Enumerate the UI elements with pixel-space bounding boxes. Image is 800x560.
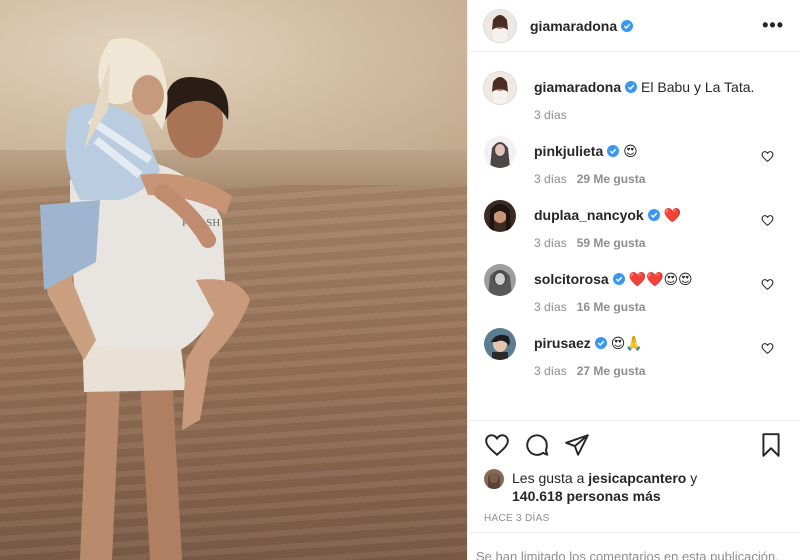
post-date[interactable]: HACE 3 DÍAS xyxy=(484,513,784,524)
comment-text: ❤️❤️😍😍 xyxy=(628,271,693,287)
comment-item: pinkjulieta 😍 3 días 29 Me gusta xyxy=(484,136,784,186)
comment-likes[interactable]: 59 Me gusta xyxy=(577,236,646,250)
caption-text: El Babu y La Tata. xyxy=(641,79,755,95)
comment-time[interactable]: 3 días xyxy=(534,236,567,250)
caption-time[interactable]: 3 días xyxy=(534,108,567,122)
post-actions: Les gusta a jesicapcantero y 140.618 per… xyxy=(468,420,800,524)
comment-likes[interactable]: 27 Me gusta xyxy=(577,364,646,378)
comment-username[interactable]: solcitorosa xyxy=(534,271,609,287)
commenter-avatar[interactable] xyxy=(484,264,516,296)
commenter-avatar[interactable] xyxy=(484,328,516,360)
like-comment-heart-icon[interactable] xyxy=(761,150,774,163)
like-comment-heart-icon[interactable] xyxy=(761,342,774,355)
liker-username[interactable]: jesicapcantero xyxy=(588,470,686,486)
more-options-button[interactable]: ••• xyxy=(762,15,784,36)
comments-list: giamaradona El Babu y La Tata. 3 días pi… xyxy=(468,52,800,420)
comment-item: pirusaez 😍🙏 3 días 27 Me gusta xyxy=(484,328,784,378)
comment-item: solcitorosa ❤️❤️😍😍 3 días 16 Me gusta xyxy=(484,264,784,314)
likes-prefix: Les gusta a xyxy=(512,470,585,486)
liker-avatar[interactable] xyxy=(484,469,504,489)
verified-badge-icon xyxy=(621,19,634,32)
post-header: giamaradona ••• xyxy=(468,0,800,52)
like-heart-icon[interactable] xyxy=(484,432,510,458)
share-paper-plane-icon[interactable] xyxy=(564,432,590,458)
photo-figures: PRO SH xyxy=(40,38,250,560)
likes-count-button[interactable]: 140.618 personas más xyxy=(512,488,661,504)
comment-time[interactable]: 3 días xyxy=(534,172,567,186)
caption-username[interactable]: giamaradona xyxy=(534,79,621,95)
likes-and: y xyxy=(690,470,698,486)
comment-username[interactable]: pirusaez xyxy=(534,335,591,351)
commenter-avatar[interactable] xyxy=(484,136,516,168)
comment-item: duplaa_nancyok ❤️ 3 días 59 Me gusta xyxy=(484,200,784,250)
author-avatar[interactable] xyxy=(484,72,516,104)
save-bookmark-icon[interactable] xyxy=(758,432,784,458)
comment-text: 😍🙏 xyxy=(610,335,643,351)
verified-badge-icon xyxy=(612,273,625,285)
comment-text: 😍 xyxy=(623,143,638,159)
verified-badge-icon xyxy=(625,81,638,93)
caption: giamaradona El Babu y La Tata. 3 días xyxy=(484,72,784,122)
author-avatar[interactable] xyxy=(484,9,516,42)
comment-likes[interactable]: 29 Me gusta xyxy=(577,172,646,186)
comment-text: ❤️ xyxy=(663,207,682,223)
comment-time[interactable]: 3 días xyxy=(534,300,567,314)
commenter-avatar[interactable] xyxy=(484,200,516,232)
author-username[interactable]: giamaradona xyxy=(530,18,617,34)
comment-username[interactable]: duplaa_nancyok xyxy=(534,207,644,223)
like-comment-heart-icon[interactable] xyxy=(761,214,774,227)
post-side-panel: giamaradona ••• giamaradona El Babu y La… xyxy=(467,0,800,560)
likes-summary: Les gusta a jesicapcantero y 140.618 per… xyxy=(484,469,784,505)
comment-username[interactable]: pinkjulieta xyxy=(534,143,603,159)
comment-time[interactable]: 3 días xyxy=(534,364,567,378)
verified-badge-icon xyxy=(594,337,607,349)
comment-likes[interactable]: 16 Me gusta xyxy=(577,300,646,314)
like-comment-heart-icon[interactable] xyxy=(761,278,774,291)
comments-limited-notice: Se han limitado los comentarios en esta … xyxy=(468,532,800,560)
post-photo[interactable]: PRO SH xyxy=(0,0,467,560)
comment-bubble-icon[interactable] xyxy=(524,432,550,458)
verified-badge-icon xyxy=(607,145,620,157)
verified-badge-icon xyxy=(647,209,660,221)
